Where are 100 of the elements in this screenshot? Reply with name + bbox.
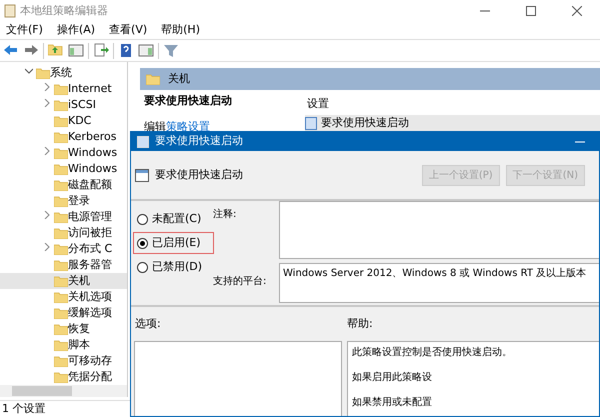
header-title: 关机	[168, 70, 190, 87]
tree-item[interactable]: 登录	[0, 193, 127, 209]
help-icon[interactable]	[118, 43, 134, 58]
panel-icon[interactable]	[68, 43, 84, 58]
edit-policy-text: 编辑策略设置	[143, 118, 211, 134]
policy-icon	[137, 136, 149, 148]
menu-item[interactable]: 查看(V)	[109, 22, 148, 39]
radio-label: 未配置(C)	[152, 210, 202, 227]
menu-item[interactable]: 操作(A)	[56, 22, 96, 39]
folder-icon	[54, 195, 68, 207]
folder-icon	[54, 83, 68, 95]
tree-item[interactable]: Windows	[0, 145, 127, 161]
expand-icon[interactable]	[43, 147, 51, 155]
tree-item-label: 系统	[50, 65, 72, 81]
filter-icon[interactable]	[163, 43, 179, 58]
tree-item-label: 访问被拒	[68, 225, 112, 241]
tree-item[interactable]: 分布式 C	[0, 241, 127, 257]
tree-item[interactable]: 关机	[0, 273, 127, 289]
tree-item-label: 凭据分配	[68, 369, 112, 385]
tree-item-label: 登录	[68, 193, 90, 209]
setting-row[interactable]: 要求使用快速启动	[305, 114, 600, 132]
dialog-heading: 要求使用快速启动	[155, 166, 243, 183]
folder-icon	[54, 179, 68, 191]
radio-button[interactable]	[137, 214, 148, 224]
dialog-title: 要求使用快速启动	[155, 133, 243, 150]
policy-icon	[135, 168, 149, 182]
folder-icon	[54, 243, 68, 255]
notebook-icon	[4, 4, 16, 18]
menu-item[interactable]: 文件(F)	[6, 22, 43, 39]
folder-icon	[36, 67, 50, 79]
folder-icon	[54, 115, 68, 127]
expand-icon[interactable]	[43, 211, 51, 219]
tree-item-label: KDC	[68, 113, 92, 129]
help-label: 帮助:	[347, 316, 373, 332]
forward-icon[interactable]	[23, 43, 39, 58]
folder-icon	[54, 211, 68, 223]
radio-button[interactable]	[137, 262, 148, 272]
folder-icon	[54, 371, 68, 383]
tree-item[interactable]: KDC	[0, 113, 127, 129]
tree-item-label: 脚本	[68, 337, 90, 353]
tree-item[interactable]: 缓解选项	[0, 305, 127, 321]
properties-icon[interactable]	[138, 43, 154, 58]
edit-policy-link[interactable]: 策略设置	[166, 120, 210, 132]
collapse-icon[interactable]	[25, 67, 33, 75]
radio-label: 已禁用(D)	[152, 258, 202, 275]
help-text: 如果启用此策略设	[352, 370, 433, 385]
tree-item-label: 电源管理	[68, 209, 112, 225]
window-title: 本地组策略编辑器	[20, 2, 108, 19]
back-icon[interactable]	[3, 43, 19, 58]
tree-item[interactable]: Windows	[0, 161, 127, 177]
tree-item-label: 缓解选项	[68, 305, 112, 321]
platform-text: Windows Server 2012、Windows 8 或 Windows RT 及以上版本	[283, 268, 586, 279]
column-header: 设置	[306, 96, 330, 112]
folder-icon	[54, 147, 68, 159]
folder-icon	[54, 99, 68, 111]
tree-item-label: 服务器管	[68, 257, 112, 273]
tree-item-label: 恢复	[68, 321, 90, 337]
folder-icon	[54, 291, 68, 303]
tree-item[interactable]: 可移动存	[0, 353, 127, 369]
folder-icon	[54, 275, 68, 287]
help-text: 如果禁用或未配置	[352, 396, 433, 410]
tree-item[interactable]: 关机选项	[0, 289, 127, 305]
tree-item[interactable]: 恢复	[0, 321, 127, 337]
policy-title: 要求使用快速启动	[143, 93, 233, 109]
tree-item-label: 分布式 C	[68, 241, 112, 257]
setting-label: 要求使用快速启动	[321, 115, 409, 132]
tree-item[interactable]: Internet	[0, 81, 127, 97]
folder-icon	[54, 339, 68, 351]
tree-item[interactable]: iSCSI	[0, 97, 127, 113]
horizontal-scrollbar[interactable]	[0, 385, 127, 397]
folder-icon	[54, 323, 68, 335]
expand-icon[interactable]	[43, 243, 51, 251]
folder-icon	[54, 131, 68, 143]
comment-label: 注释:	[213, 208, 238, 222]
menu-item[interactable]: 帮助(H)	[161, 22, 200, 39]
tree-item-label: Windows	[68, 161, 118, 177]
comment-field[interactable]	[279, 201, 599, 259]
export-icon[interactable]	[93, 43, 109, 58]
tree-item-label: 可移动存	[68, 353, 112, 369]
tree-item[interactable]: 电源管理	[0, 209, 127, 225]
folder-icon	[54, 307, 68, 319]
tree-item[interactable]: 服务器管	[0, 257, 127, 273]
tree-item-label: Windows	[68, 145, 118, 161]
tree-item[interactable]: 访问被拒	[0, 225, 127, 241]
tree-item-label: 关机	[68, 273, 90, 289]
tree-item-label: 磁盘配额	[68, 177, 112, 193]
policy-icon	[305, 117, 317, 130]
tree-item[interactable]: 磁盘配额	[0, 177, 127, 193]
tree-item-label: Internet	[68, 81, 112, 97]
platform-label: 支持的平台:	[213, 274, 268, 289]
radio-button[interactable]	[137, 238, 148, 248]
status-text: 1 个设置	[2, 400, 46, 417]
tree-item[interactable]: 脚本	[0, 337, 127, 353]
folder-up-icon[interactable]	[48, 43, 64, 58]
folder-icon	[54, 355, 68, 367]
tree-item[interactable]: Kerberos	[0, 129, 127, 145]
tree-item[interactable]: 系统	[0, 65, 127, 81]
tree-item[interactable]: 凭据分配	[0, 369, 127, 385]
folder-icon	[146, 73, 160, 85]
folder-icon	[54, 163, 68, 175]
